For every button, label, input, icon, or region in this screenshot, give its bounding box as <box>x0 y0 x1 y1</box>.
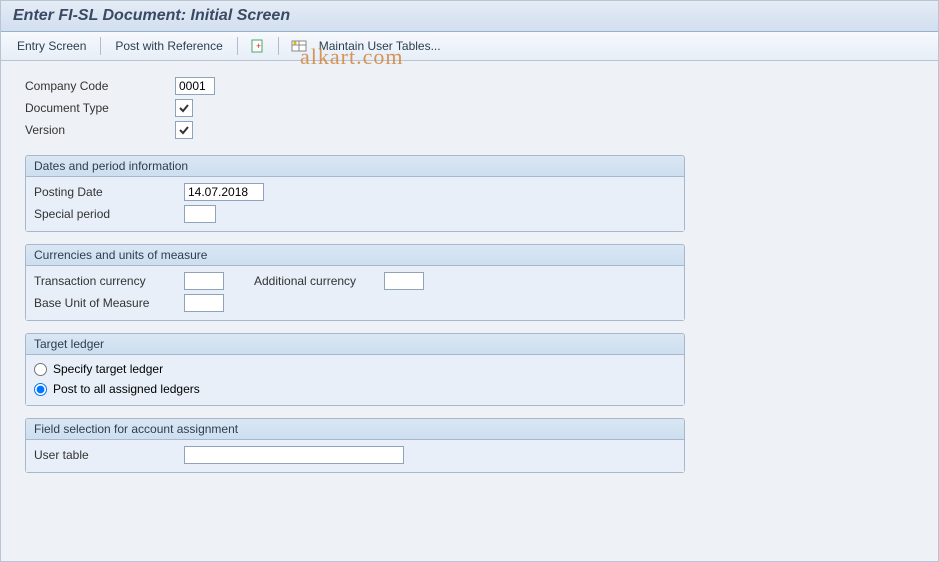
toolbar-separator <box>100 37 101 55</box>
user-table-label: User table <box>34 448 184 462</box>
company-code-input[interactable] <box>175 77 215 95</box>
content-area: Company Code Document Type Version Dates… <box>1 61 938 499</box>
toolbar: Entry Screen Post with Reference + Maint… <box>1 32 938 61</box>
field-selection-group: Field selection for account assignment U… <box>25 418 685 473</box>
post-with-reference-button[interactable]: Post with Reference <box>111 37 226 55</box>
document-type-checkbox[interactable] <box>175 99 193 117</box>
base-uom-input[interactable] <box>184 294 224 312</box>
toolbar-separator <box>278 37 279 55</box>
target-ledger-group: Target ledger Specify target ledger Post… <box>25 333 685 406</box>
base-uom-label: Base Unit of Measure <box>34 296 184 310</box>
user-table-input[interactable] <box>184 446 404 464</box>
page-title: Enter FI-SL Document: Initial Screen <box>1 1 938 32</box>
dates-group: Dates and period information Posting Dat… <box>25 155 685 232</box>
specify-target-ledger-label: Specify target ledger <box>53 362 163 376</box>
toolbar-separator <box>237 37 238 55</box>
transaction-currency-input[interactable] <box>184 272 224 290</box>
specify-target-ledger-radio[interactable] <box>34 363 47 376</box>
title-text: Enter FI-SL Document: Initial Screen <box>13 7 290 24</box>
document-type-label: Document Type <box>25 101 175 115</box>
dates-group-title: Dates and period information <box>26 156 684 177</box>
special-period-label: Special period <box>34 207 184 221</box>
post-all-ledgers-radio[interactable] <box>34 383 47 396</box>
currencies-group: Currencies and units of measure Transact… <box>25 244 685 321</box>
posting-date-label: Posting Date <box>34 185 184 199</box>
posting-date-input[interactable] <box>184 183 264 201</box>
special-period-input[interactable] <box>184 205 216 223</box>
currencies-group-title: Currencies and units of measure <box>26 245 684 266</box>
svg-text:+: + <box>256 41 261 51</box>
target-ledger-group-title: Target ledger <box>26 334 684 355</box>
transaction-currency-label: Transaction currency <box>34 274 184 288</box>
additional-currency-input[interactable] <box>384 272 424 290</box>
post-all-ledgers-label: Post to all assigned ledgers <box>53 382 200 396</box>
version-checkbox[interactable] <box>175 121 193 139</box>
user-tables-icon[interactable] <box>289 37 309 55</box>
maintain-user-tables-button[interactable]: Maintain User Tables... <box>315 37 445 55</box>
company-code-label: Company Code <box>25 79 175 93</box>
field-selection-group-title: Field selection for account assignment <box>26 419 684 440</box>
additional-currency-label: Additional currency <box>254 274 384 288</box>
entry-screen-button[interactable]: Entry Screen <box>13 37 90 55</box>
version-label: Version <box>25 123 175 137</box>
document-add-icon[interactable]: + <box>248 37 268 55</box>
